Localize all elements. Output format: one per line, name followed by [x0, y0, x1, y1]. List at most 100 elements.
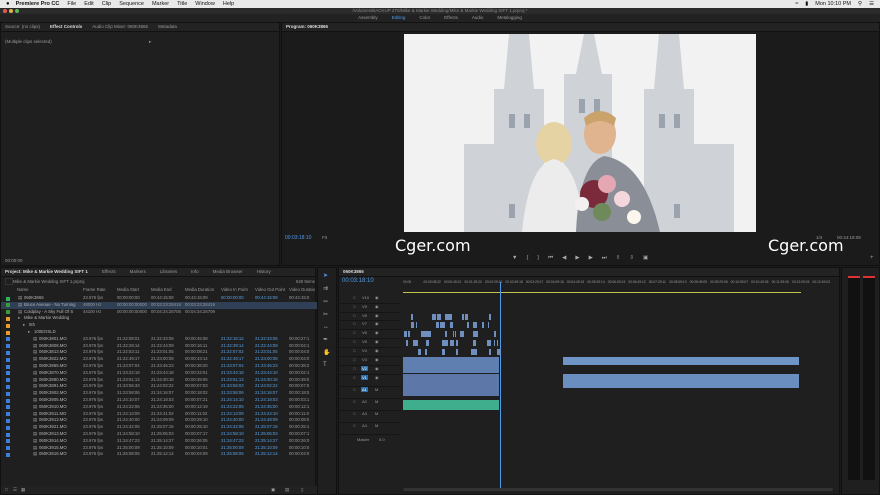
step-back-icon[interactable]: ◀	[562, 255, 566, 262]
label-color-swatch[interactable]	[6, 303, 10, 308]
lock-icon[interactable]: □	[353, 357, 355, 362]
label-color-swatch[interactable]	[6, 337, 10, 342]
add-marker-icon[interactable]: ▼	[512, 255, 517, 262]
work-area-bar[interactable]	[403, 292, 801, 293]
lock-icon[interactable]: □	[353, 339, 355, 344]
tab-metadata[interactable]: Metadata	[158, 23, 177, 31]
video-clip[interactable]	[467, 322, 469, 329]
video-clip[interactable]	[489, 340, 492, 346]
slip-tool-icon[interactable]: ↔	[323, 324, 330, 330]
video-clip[interactable]	[489, 348, 492, 355]
project-row[interactable]: ▤ 060K3880.MO 23.976 fps 21:23:51:13 21:24:3…	[1, 377, 317, 384]
workspace-audio[interactable]: Audio	[472, 14, 484, 22]
icon-view-icon[interactable]: ▦	[21, 487, 25, 493]
lock-icon[interactable]: □	[353, 348, 355, 353]
track-select-icon[interactable]: ⇉	[323, 285, 330, 292]
track-label[interactable]: V3	[361, 357, 368, 362]
track-label[interactable]: V4	[361, 348, 368, 353]
mark-in-icon[interactable]: {	[526, 255, 528, 262]
video-clip[interactable]	[424, 331, 426, 338]
lift-icon[interactable]: ⇧	[616, 255, 621, 262]
video-clip[interactable]	[413, 340, 416, 346]
project-row[interactable]: ▤ 060K3870.MO 23.976 fps 21:23:22:18 21:23:4…	[1, 370, 317, 377]
workspace-editing[interactable]: Editing	[392, 14, 406, 22]
track-label[interactable]: V9	[361, 304, 368, 309]
project-row[interactable]: ▤ 060K3865.MO 23.976 fps 21:23:07:04 21:23:4…	[1, 363, 317, 370]
video-clip[interactable]	[471, 348, 476, 355]
workspace-metalogging[interactable]: Metalogging	[497, 14, 522, 22]
track-label[interactable]: A4	[361, 423, 368, 428]
step-forward-icon[interactable]: ▶	[589, 255, 593, 262]
project-row[interactable]: ▤ 060K3921.MO 23.976 fps 21:24:42:06 21:25:0…	[1, 424, 317, 431]
label-color-swatch[interactable]	[6, 310, 10, 315]
label-color-swatch[interactable]	[6, 446, 10, 451]
video-clip[interactable]	[444, 331, 448, 338]
close-window-button[interactable]	[3, 9, 7, 13]
label-color-swatch[interactable]	[6, 357, 10, 362]
video-clip[interactable]	[494, 340, 496, 346]
menu-help[interactable]: Help	[223, 1, 234, 7]
app-name[interactable]: Premiere Pro CC	[16, 1, 60, 7]
video-clip[interactable]	[444, 313, 449, 320]
col-video-in[interactable]: Video In Point	[221, 287, 248, 292]
menu-marker[interactable]: Marker	[152, 1, 169, 7]
project-search-input[interactable]	[5, 278, 13, 285]
apple-icon[interactable]: ●	[6, 1, 10, 7]
tab-history[interactable]: History	[257, 268, 271, 276]
video-clip[interactable]	[434, 313, 436, 320]
menu-list-icon[interactable]: ☰	[869, 1, 874, 7]
lock-icon[interactable]: □	[353, 375, 355, 380]
eye-icon[interactable]: ◉	[375, 313, 379, 318]
project-row[interactable]: ▤ 060K3813.MO 23.976 fps 21:22:53:11 21:23:0…	[1, 349, 317, 356]
project-row[interactable]: ▤ 060K3902.MO 23.976 fps 21:23:58:06 21:24:1…	[1, 390, 317, 397]
project-row[interactable]: ▤ 060K3822.MO 23.976 fps 21:22:49:17 21:23:0…	[1, 356, 317, 363]
col-media-start[interactable]: Media Start	[117, 287, 139, 292]
video-clip[interactable]	[445, 340, 448, 346]
project-row[interactable]: ▤ 060K3915.MO 23.976 fps 21:25:00:09 21:25:1…	[1, 445, 317, 452]
extract-icon[interactable]: ⇩	[629, 255, 634, 262]
label-color-swatch[interactable]	[6, 452, 10, 457]
video-clip[interactable]	[425, 348, 427, 355]
lock-icon[interactable]: □	[353, 423, 355, 428]
lock-icon[interactable]: □	[353, 387, 355, 392]
lock-icon[interactable]: □	[353, 313, 355, 318]
selection-tool-icon[interactable]: ➤	[323, 272, 330, 279]
timeline-ruler[interactable]: 00:00 00:00:08:22 00:00:49:21 00:01:29:20 00…	[403, 280, 835, 290]
video-clip[interactable]	[481, 322, 484, 329]
new-bin-icon[interactable]: ▣	[271, 487, 275, 493]
video-clip[interactable]	[462, 313, 465, 320]
label-color-swatch[interactable]	[6, 350, 10, 355]
project-row[interactable]: ▤ 060K3916.MO 23.976 fps 21:25:08:05 21:25:1…	[1, 451, 317, 458]
video-clip[interactable]	[450, 340, 454, 346]
menu-sequence[interactable]: Sequence	[119, 1, 144, 7]
lock-icon[interactable]: □	[353, 330, 355, 335]
eye-icon[interactable]: ◉	[375, 339, 379, 344]
menu-title[interactable]: Title	[177, 1, 187, 7]
label-color-swatch[interactable]	[6, 330, 10, 335]
panel-menu-icon[interactable]: ▸	[149, 39, 151, 45]
mute-icon[interactable]: M	[375, 387, 378, 392]
master-track-label[interactable]: Master	[357, 437, 369, 442]
eye-icon[interactable]: ◉	[375, 330, 379, 335]
project-row[interactable]: ▤ 060K3808.MO 23.976 fps 21:22:28:14 21:22:4…	[1, 343, 317, 350]
go-to-out-icon[interactable]: ⏭	[602, 255, 607, 262]
label-color-swatch[interactable]	[6, 296, 10, 301]
video-clip[interactable]	[426, 340, 429, 346]
video-clip[interactable]	[442, 340, 446, 346]
project-row[interactable]: ▸ 100EOSLD	[1, 329, 317, 336]
video-clip[interactable]	[449, 322, 453, 329]
project-row[interactable]: ▤ 060K3911.MO 23.976 fps 21:24:13:09 21:24:4…	[1, 411, 317, 418]
workspace-effects[interactable]: Effects	[444, 14, 458, 22]
mute-icon[interactable]: M	[375, 411, 378, 416]
project-row[interactable]: ▤ 060K3905.MO 23.976 fps 21:24:10:07 21:24:1…	[1, 397, 317, 404]
video-clip[interactable]	[493, 331, 497, 338]
video-clip[interactable]	[435, 322, 439, 329]
video-clip[interactable]	[496, 340, 499, 346]
label-color-swatch[interactable]	[6, 384, 10, 389]
v1-clips[interactable]	[403, 356, 499, 373]
label-color-swatch[interactable]	[6, 391, 10, 396]
video-clip[interactable]	[453, 331, 455, 338]
project-row[interactable]: ▸ Mike & Markie Wedding	[1, 315, 317, 322]
new-item-icon[interactable]: ▤	[285, 487, 289, 493]
lock-icon[interactable]: □	[353, 399, 355, 404]
